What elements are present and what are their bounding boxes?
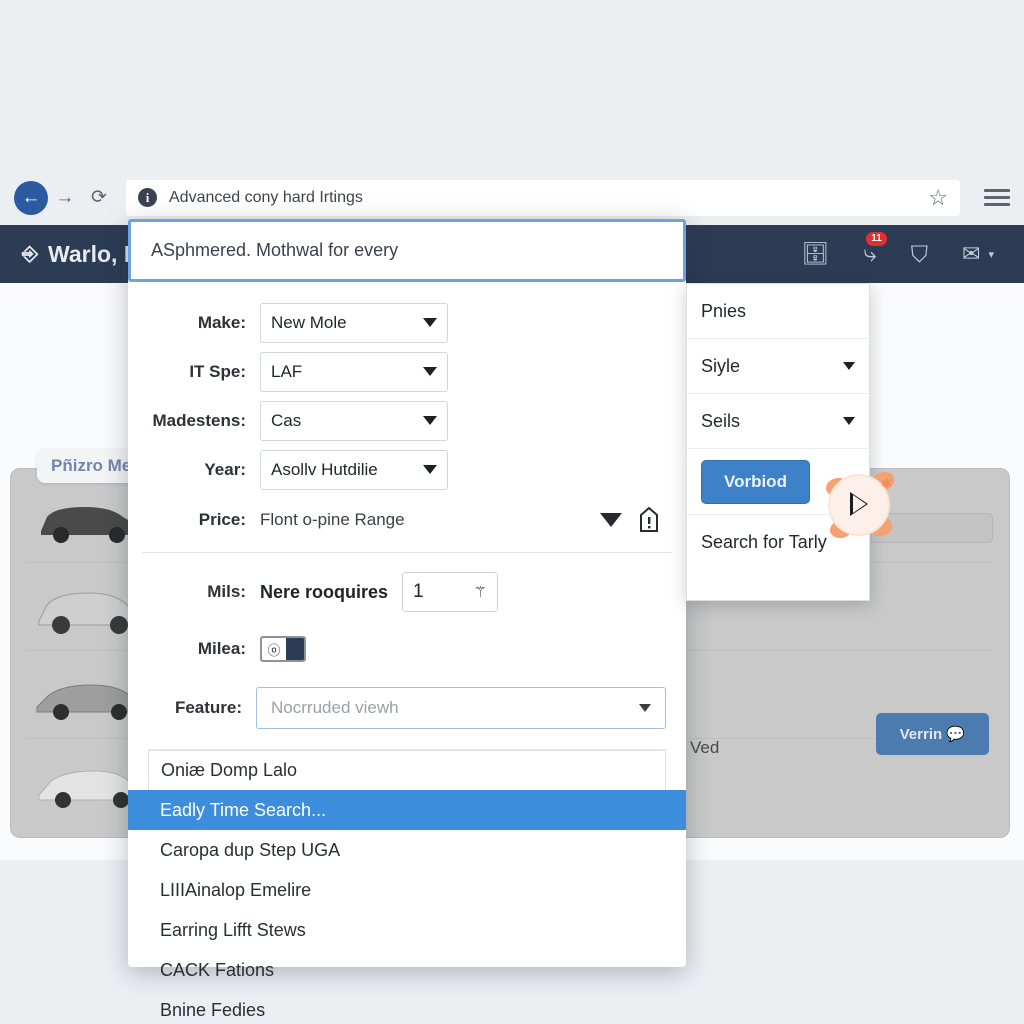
primary-action-button[interactable]: Verrin 💬 <box>875 713 989 755</box>
field-row-mils: Mils: Nere rooquires 1 ⚚ <box>128 563 686 621</box>
car-thumbnail <box>38 770 142 808</box>
madestens-select[interactable]: Cas <box>260 400 448 441</box>
phone-callback-icon[interactable]: ⤷ 11 <box>863 232 887 268</box>
field-row-feature: Feature: Nocrruded viewh <box>128 677 686 739</box>
menu-item-seils[interactable]: Seils <box>687 394 869 449</box>
car-thumbnail <box>38 591 140 634</box>
advanced-search-modal: ASphmered. Mothwal for every Make: New M… <box>128 219 686 1020</box>
car-thumbnail <box>41 506 137 543</box>
shield-lock-icon[interactable]: ⛉ <box>911 241 928 268</box>
itspe-select-value: LAF <box>271 361 303 381</box>
menu-item-pnies[interactable]: Pnies <box>687 284 869 339</box>
brand[interactable]: ⎆ Warlo, N <box>22 241 140 268</box>
chevron-down-icon <box>423 416 437 425</box>
car-thumbnail <box>36 683 142 720</box>
field-label: Mils: <box>207 582 246 601</box>
dropdown-input[interactable]: Oniæ Domp Lalo <box>148 750 666 790</box>
field-label: Feature: <box>174 698 243 717</box>
year-select[interactable]: Asollv Hutdilie <box>260 449 448 490</box>
dropdown-option[interactable]: Earring Lifft Stews <box>148 910 666 950</box>
vorbiod-button[interactable]: Vorbiod <box>701 459 810 504</box>
dropdown-option-selected[interactable]: Eadly Time Search... <box>128 790 686 830</box>
caret-down-icon[interactable] <box>600 513 622 527</box>
feature-combobox[interactable]: Nocrruded viewh <box>256 687 666 729</box>
field-row-price: Price: Flont o-pine Range <box>128 494 686 546</box>
app-header-icons: 🗄 ⤷ 11 ⛉ ✉ ▾ <box>801 232 1002 268</box>
hamburger-menu-icon[interactable] <box>984 189 1010 206</box>
cursor-play-inner <box>853 495 866 513</box>
spinner-updown-icon[interactable]: ⚚ <box>474 583 487 601</box>
brand-label: Warlo, N <box>48 240 141 267</box>
dropdown-option[interactable]: CACK Fations <box>148 950 666 990</box>
field-label: Price: <box>198 510 246 529</box>
dropdown-option[interactable]: LIІІAinalop Emelire <box>148 870 666 910</box>
year-select-value: Asollv Hutdilie <box>271 459 378 479</box>
trailing-text: Ved <box>690 738 720 757</box>
field-label: Madestens: <box>152 410 246 430</box>
filter-form: Make: New Mole IT Spe: LAF Madestens: Ca… <box>128 282 686 1024</box>
info-circle-icon[interactable]: i <box>138 188 157 207</box>
dropdown-option[interactable]: Bnine Fedies <box>148 990 666 1024</box>
feature-placeholder: Nocrruded viewh <box>271 698 399 717</box>
clipboard-icon[interactable]: 🗄 <box>801 241 829 267</box>
feature-dropdown: Oniæ Domp Lalo Eadly Time Search... Caro… <box>128 749 686 1024</box>
menu-item-label: Pnies <box>701 300 747 321</box>
search-input[interactable]: ASphmered. Mothwal for every <box>128 219 686 282</box>
field-row-milea: Milea: ⓞ <box>128 621 686 677</box>
chevron-down-icon <box>423 367 437 376</box>
milea-toggle[interactable]: ⓞ <box>260 636 306 662</box>
forward-arrow-icon[interactable]: → <box>48 181 82 215</box>
field-row-madestens: Madestens: Cas <box>128 396 686 445</box>
field-label: IT Spe: <box>189 361 246 381</box>
star-icon[interactable]: ☆ <box>928 185 948 211</box>
chevron-down-icon <box>423 465 437 474</box>
context-popup-menu: Pnies Siyle Seils Vorbiod Search for Tar… <box>686 283 870 601</box>
menu-item-siyle[interactable]: Siyle <box>687 339 869 394</box>
quantity-stepper-value: 1 <box>413 581 424 602</box>
envelope-icon[interactable]: ✉ <box>962 241 980 267</box>
menu-item-label: Seils <box>701 410 741 431</box>
price-value: Flont o-pine Range <box>260 510 405 529</box>
field-label: Year: <box>204 459 246 479</box>
reload-icon[interactable]: ⟳ <box>82 181 116 215</box>
cursor-click-indicator: ✱ <box>824 470 894 540</box>
tag-alert-icon[interactable] <box>638 507 660 533</box>
madestens-select-value: Cas <box>271 410 302 430</box>
form-divider <box>142 552 672 553</box>
url-text: Advanced cony hard Irtings <box>169 188 363 206</box>
price-tools <box>600 507 666 533</box>
flag-pin-icon: ⎆ <box>22 242 38 265</box>
chevron-down-icon[interactable]: ▾ <box>988 248 994 261</box>
chevron-down-icon <box>639 704 651 712</box>
make-select[interactable]: New Mole <box>260 302 448 343</box>
field-row-itspe: IT Spe: LAF <box>128 347 686 396</box>
field-row-year: Year: Asollv Hutdilie <box>128 445 686 494</box>
chevron-down-icon <box>423 318 437 327</box>
menu-item-label: Siyle <box>701 355 741 376</box>
toggle-fill <box>286 638 304 660</box>
dropdown-option[interactable]: Caropa dup Step UGA <box>148 830 666 870</box>
search-input-value: ASphmered. Mothwal for every <box>151 240 399 260</box>
notification-badge: 11 <box>866 232 887 246</box>
quantity-stepper[interactable]: 1 ⚚ <box>402 572 499 612</box>
chevron-down-icon <box>843 362 855 370</box>
sparkle-icon: ✱ <box>881 476 892 491</box>
toggle-glyph: ⓞ <box>267 642 281 658</box>
address-bar[interactable]: i Advanced cony hard Irtings ☆ <box>126 179 960 216</box>
make-select-value: New Mole <box>271 312 347 332</box>
mils-text: Nere rooquires <box>260 581 389 602</box>
browser-toolbar: ← → ⟳ i Advanced cony hard Irtings ☆ <box>0 170 1024 225</box>
itspe-select[interactable]: LAF <box>260 351 448 392</box>
field-label: Milea: <box>197 639 246 658</box>
field-label: Make: <box>197 312 246 332</box>
field-row-make: Make: New Mole <box>128 298 686 347</box>
back-arrow-icon[interactable]: ← <box>14 180 48 215</box>
screen-root: ← → ⟳ i Advanced cony hard Irtings ☆ ⎆ W… <box>0 0 1024 1024</box>
menu-item-label: Search for Tarly <box>701 532 827 552</box>
chevron-down-icon <box>843 417 855 425</box>
